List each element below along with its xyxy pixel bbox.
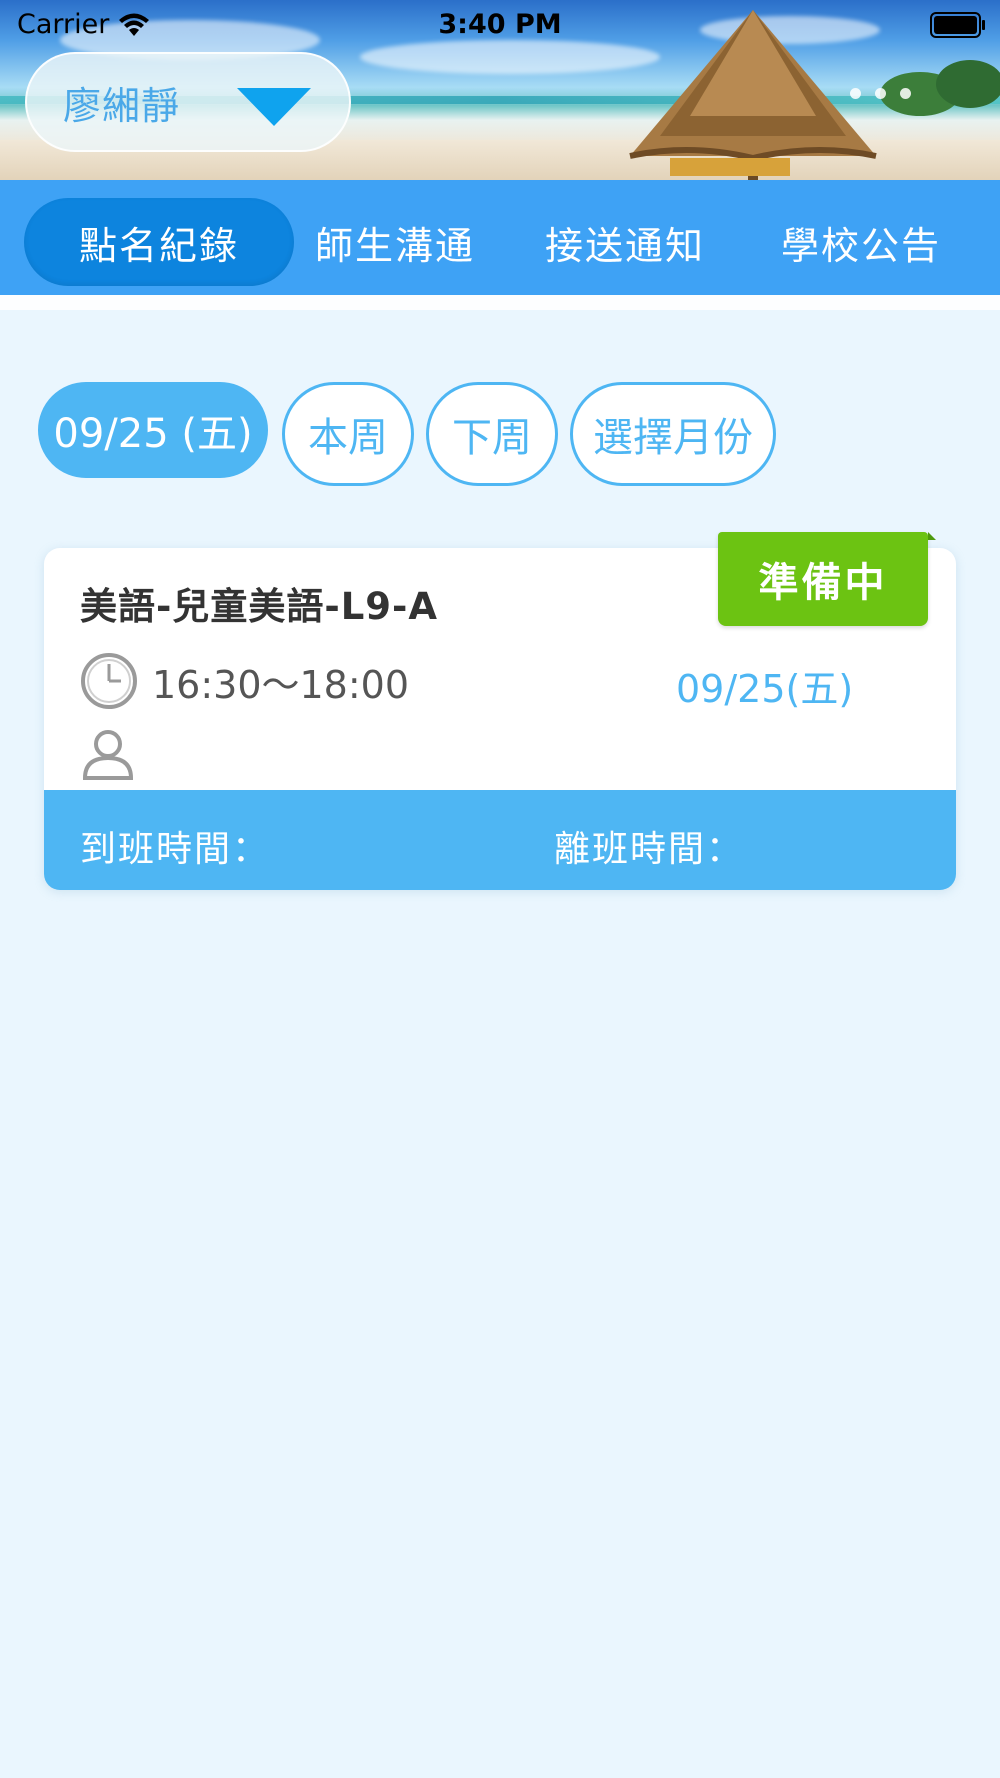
- clock-time: 3:40 PM: [438, 9, 562, 40]
- class-date: 09/25(五): [676, 667, 854, 711]
- leave-time-label: 離班時間：: [554, 829, 745, 870]
- chevron-down-icon: [237, 88, 311, 126]
- filter-next-week-button[interactable]: 下周: [426, 382, 558, 486]
- student-name: 廖緗靜: [63, 83, 181, 128]
- page-dot[interactable]: [850, 88, 861, 99]
- class-title: 美語-兒童美語-L9-A: [80, 585, 439, 628]
- banner-page-indicator[interactable]: [850, 88, 911, 99]
- app-screen: Carrier 3:40 PM 廖緗靜 點名紀錄 師生溝通 接送通知 學校公告 …: [0, 0, 1000, 1778]
- filter-today-button[interactable]: 09/25 (五): [38, 382, 268, 478]
- page-dot[interactable]: [900, 88, 911, 99]
- tab-attendance-record[interactable]: 點名紀錄: [24, 198, 294, 286]
- clock-icon: [81, 653, 137, 709]
- status-badge-fold: [928, 532, 936, 540]
- attendance-times-bar: 到班時間： 離班時間：: [44, 790, 956, 890]
- tab-pickup-notice[interactable]: 接送通知: [520, 198, 730, 286]
- tab-bar: 點名紀錄 師生溝通 接送通知 學校公告: [0, 180, 1000, 295]
- arrive-time-label: 到班時間：: [80, 829, 271, 870]
- status-bar: Carrier 3:40 PM: [0, 0, 1000, 50]
- class-time: 16:30～18:00: [152, 662, 410, 707]
- filter-select-month-button[interactable]: 選擇月份: [570, 382, 776, 486]
- tab-bar-divider: [0, 295, 1000, 310]
- tab-teacher-communication[interactable]: 師生溝通: [290, 198, 500, 286]
- person-icon: [82, 730, 134, 780]
- battery-icon: [930, 12, 985, 38]
- status-badge: 準備中: [718, 532, 928, 626]
- student-selector[interactable]: 廖緗靜: [25, 52, 351, 152]
- tab-school-announcement[interactable]: 學校公告: [756, 198, 966, 286]
- page-dot[interactable]: [875, 88, 886, 99]
- filter-this-week-button[interactable]: 本周: [282, 382, 414, 486]
